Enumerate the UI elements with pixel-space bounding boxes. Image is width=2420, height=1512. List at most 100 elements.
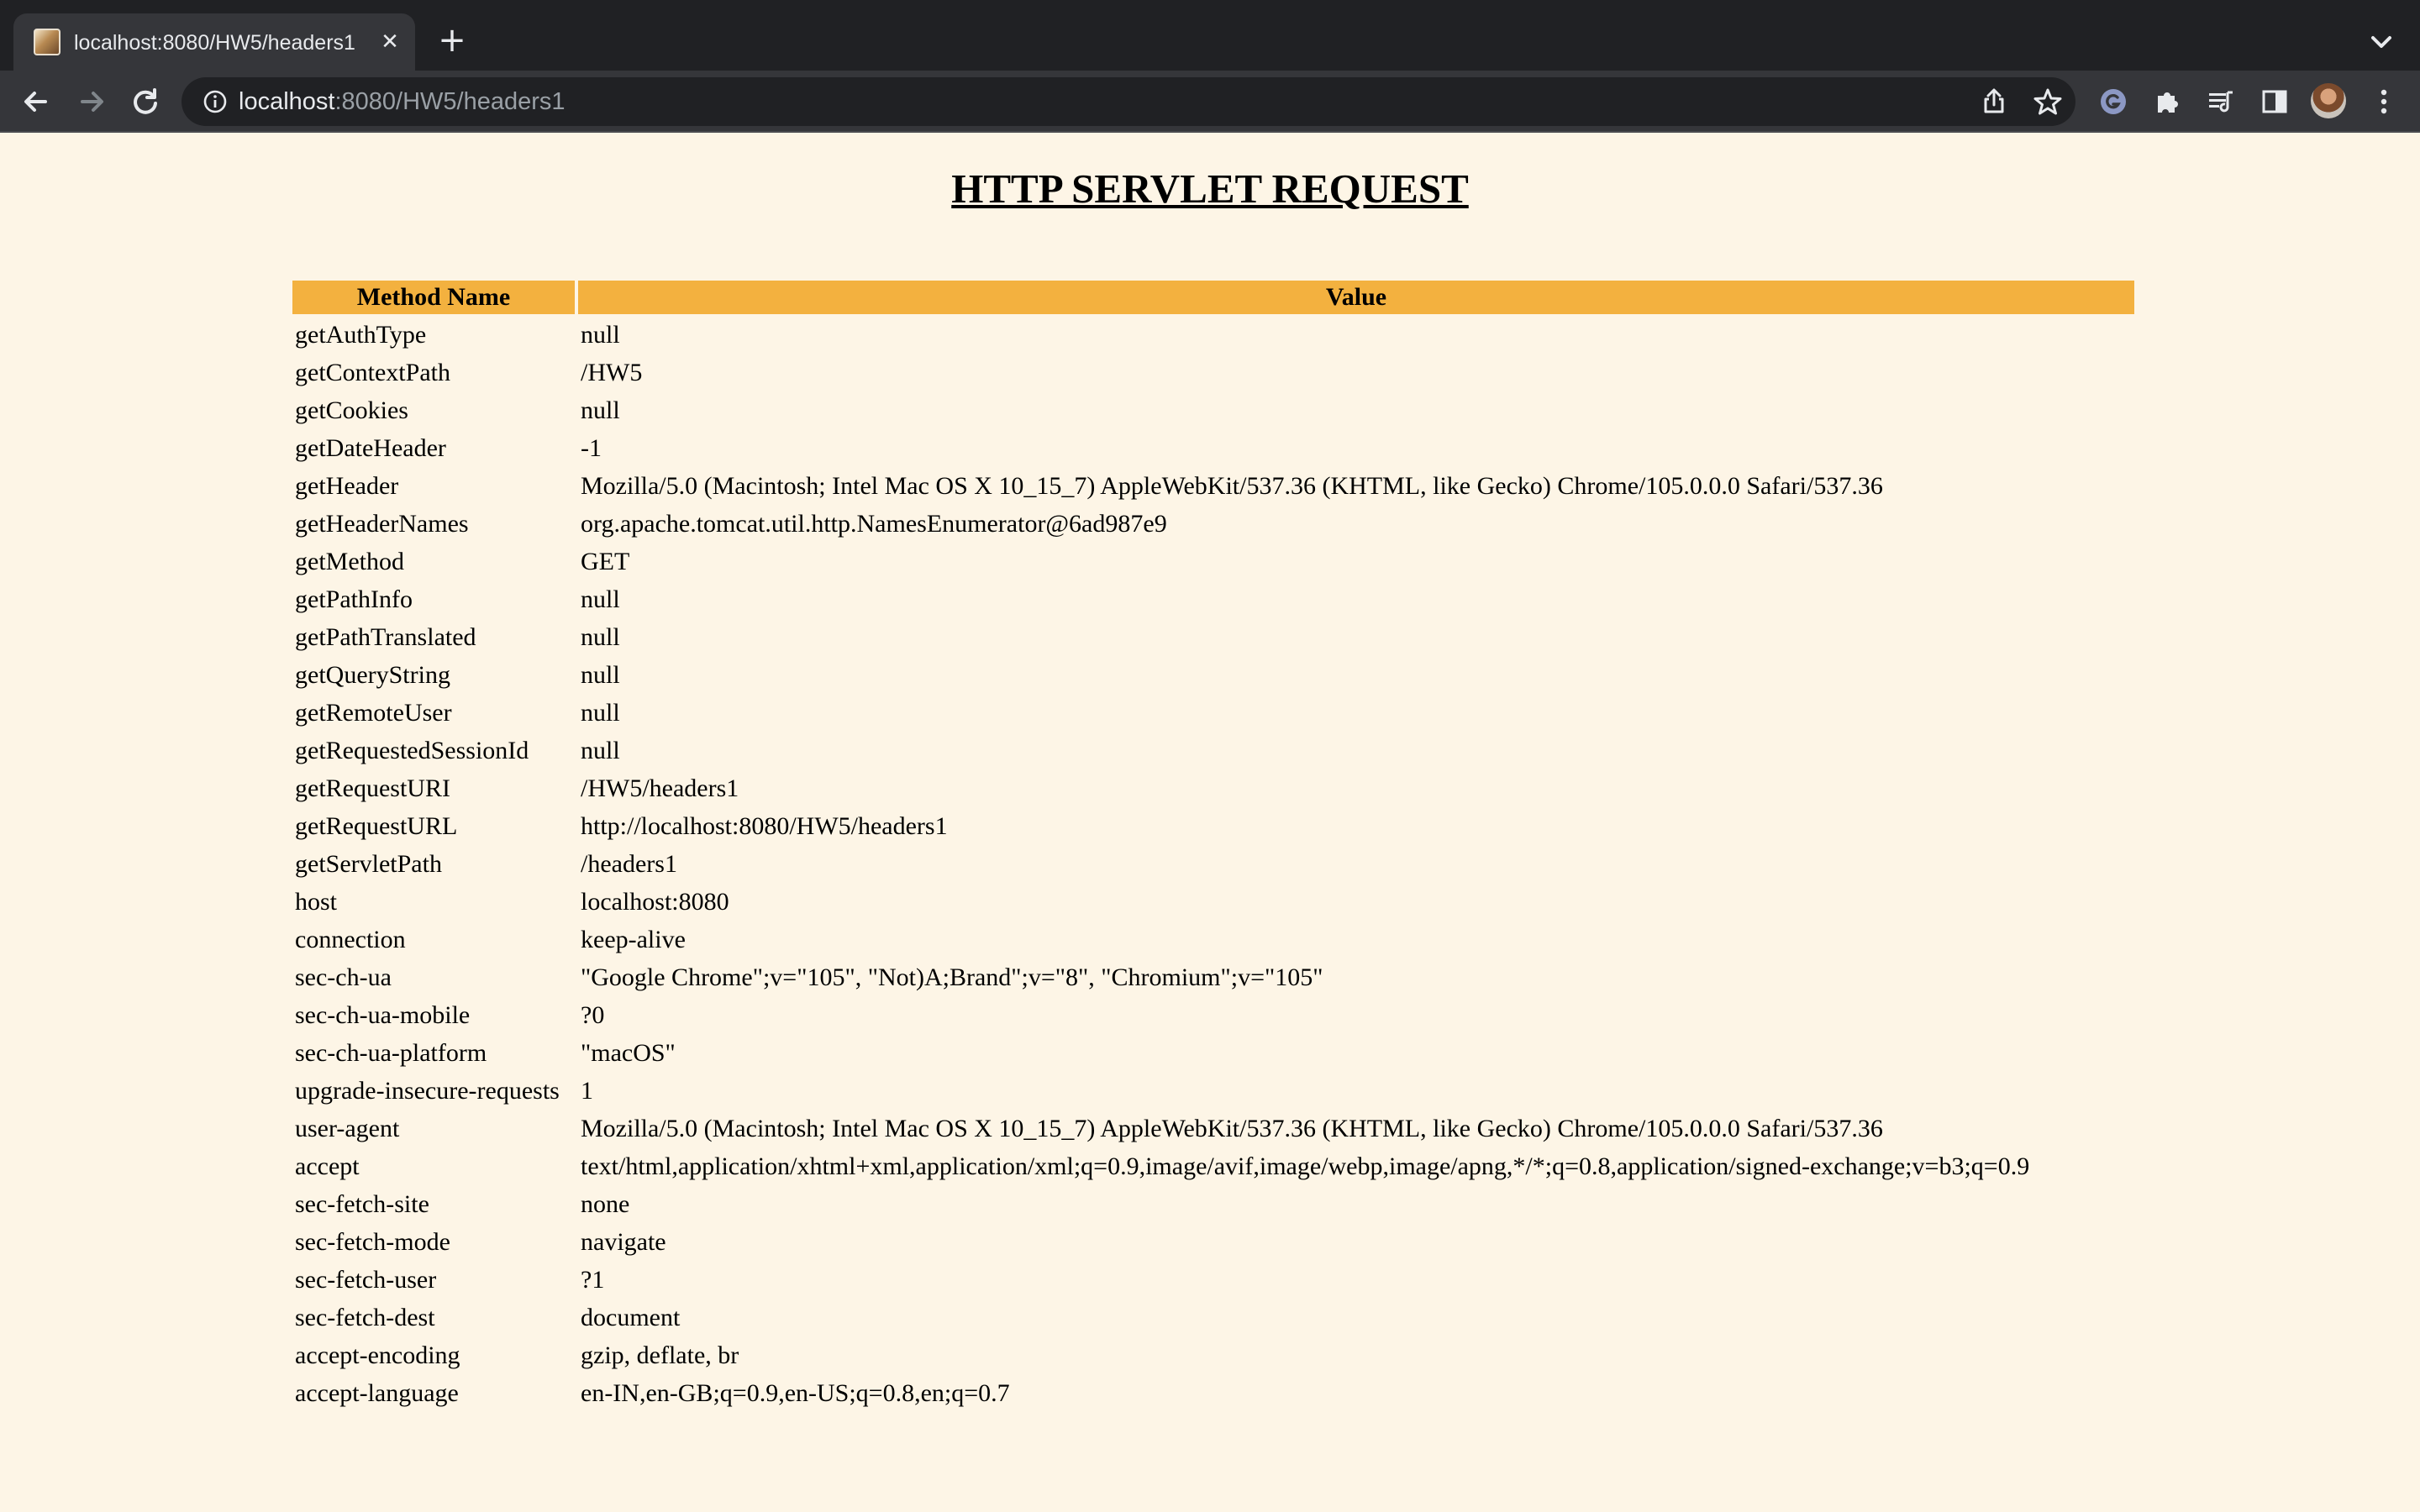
method-name-cell: getRequestURI <box>295 774 450 802</box>
table-row: host localhost:8080 <box>292 885 2134 919</box>
info-icon[interactable] <box>202 88 229 115</box>
tab-title: localhost:8080/HW5/headers1 <box>74 31 355 55</box>
table-row: getAuthType null <box>292 318 2134 352</box>
table-row: getQueryString null <box>292 658 2134 692</box>
table-row: getRequestURL http://localhost:8080/HW5/h… <box>292 809 2134 843</box>
new-tab-icon[interactable]: + <box>434 22 471 59</box>
table-row: getCookies null <box>292 393 2134 428</box>
method-name-cell: getServletPath <box>295 850 442 878</box>
value-cell: null <box>581 585 620 613</box>
method-name-cell: getQueryString <box>295 661 450 689</box>
method-name-cell: getRequestedSessionId <box>295 737 529 764</box>
value-cell: "Google Chrome";v="105", "Not)A;Brand";v… <box>581 963 1323 991</box>
table-row: sec-ch-ua "Google Chrome";v="105", "Not)A… <box>292 960 2134 995</box>
table-row: sec-fetch-site none <box>292 1187 2134 1221</box>
grammarly-icon[interactable] <box>2094 82 2133 121</box>
value-cell: keep-alive <box>581 926 686 953</box>
value-cell: org.apache.tomcat.util.http.NamesEnumera… <box>581 510 1167 538</box>
table-row: sec-ch-ua-platform "macOS" <box>292 1036 2134 1070</box>
method-name-cell: sec-fetch-site <box>295 1190 429 1218</box>
table-row: getContextPath/HW5 <box>292 355 2134 390</box>
close-tab-icon[interactable]: ✕ <box>376 29 403 55</box>
value-cell: none <box>581 1190 630 1218</box>
table-row: getHeaderNames org.apache.tomcat.util.htt… <box>292 507 2134 541</box>
table-row: sec-ch-ua-mobile ?0 <box>292 998 2134 1032</box>
value-cell: -1 <box>581 434 602 462</box>
value-cell: localhost:8080 <box>581 888 729 916</box>
media-playlist-icon[interactable] <box>2202 82 2240 121</box>
table-row: sec-fetch-user ?1 <box>292 1263 2134 1297</box>
method-name-cell: sec-ch-ua-platform <box>295 1039 487 1067</box>
table-row: getPathTranslated null <box>292 620 2134 654</box>
method-name-cell: accept-encoding <box>295 1341 460 1369</box>
method-name-cell: getPathInfo <box>295 585 413 613</box>
table-row: getRequestedSessionId null <box>292 733 2134 768</box>
value-cell: http://localhost:8080/HW5/headers1 <box>581 812 948 840</box>
side-panel-icon[interactable] <box>2255 82 2294 121</box>
value-cell: text/html,application/xhtml+xml,applicat… <box>581 1152 2030 1180</box>
column-header-value: Value <box>578 281 2134 314</box>
method-name-cell: getRemoteUser <box>295 699 452 727</box>
table-row: accept-encoding gzip, deflate, br <box>292 1338 2134 1373</box>
value-cell: Mozilla/5.0 (Macintosh; Intel Mac OS X 1… <box>581 472 1883 500</box>
back-arrow-icon[interactable] <box>17 82 55 121</box>
table-row: accept text/html,application/xhtml+xml,ap… <box>292 1149 2134 1184</box>
method-name-cell: sec-fetch-dest <box>295 1304 435 1331</box>
method-name-cell: connection <box>295 926 406 953</box>
profile-avatar[interactable] <box>2311 83 2346 118</box>
value-cell: /HW5/headers1 <box>581 774 739 802</box>
method-name-cell: user-agent <box>295 1115 400 1142</box>
table-row: accept-language en-IN,en-GB;q=0.9,en-US;q… <box>292 1376 2134 1410</box>
method-name-cell: sec-ch-ua <box>295 963 392 991</box>
url-text[interactable]: localhost:8080/HW5/headers1 <box>239 84 995 119</box>
extensions-puzzle-icon[interactable] <box>2148 82 2186 121</box>
table-row: sec-fetch-mode navigate <box>292 1225 2134 1259</box>
table-row: getHeader Mozilla/5.0 (Macintosh; Intel M… <box>292 469 2134 503</box>
reload-icon[interactable] <box>126 82 165 121</box>
method-name-cell: sec-ch-ua-mobile <box>295 1001 471 1029</box>
value-cell: null <box>581 623 620 651</box>
table-row: getDateHeader -1 <box>292 431 2134 465</box>
table-row: user-agent Mozilla/5.0 (Macintosh; Intel … <box>292 1111 2134 1146</box>
column-header-method-name: Method Name <box>292 281 575 314</box>
table-row: getRemoteUser null <box>292 696 2134 730</box>
method-name-cell: accept <box>295 1152 360 1180</box>
method-name-cell: getPathTranslated <box>295 623 476 651</box>
request-info-table: Method Name Value getAuthType null getCont… <box>289 277 2138 1414</box>
table-row: getPathInfo null <box>292 582 2134 617</box>
value-cell: ?1 <box>581 1266 605 1294</box>
value-cell: 1 <box>581 1077 593 1105</box>
url-path: :8080/HW5/headers1 <box>334 88 566 115</box>
method-name-cell: upgrade-insecure-requests <box>295 1077 560 1105</box>
method-name-cell: getMethod <box>295 548 404 575</box>
method-name-cell: getCookies <box>295 396 408 424</box>
bookmark-star-icon[interactable] <box>2028 82 2067 121</box>
value-cell: null <box>581 396 620 424</box>
method-name-cell: getHeader <box>295 472 399 500</box>
table-row: getMethod GET <box>292 544 2134 579</box>
table-header-row: Method Name Value <box>292 281 2134 314</box>
method-name-cell: sec-fetch-mode <box>295 1228 450 1256</box>
value-cell: GET <box>581 548 630 575</box>
method-name-cell: getRequestURL <box>295 812 458 840</box>
value-cell: null <box>581 661 620 689</box>
method-name-cell: getHeaderNames <box>295 510 469 538</box>
method-name-cell: getAuthType <box>295 321 427 349</box>
menu-dots-icon[interactable] <box>2365 82 2403 121</box>
value-cell: navigate <box>581 1228 666 1256</box>
browser-tab[interactable]: localhost:8080/HW5/headers1 ✕ <box>13 13 415 71</box>
table-row: getRequestURI/HW5/headers1 <box>292 771 2134 806</box>
value-cell: document <box>581 1304 681 1331</box>
value-cell: null <box>581 737 620 764</box>
table-row: getServletPath/headers1 <box>292 847 2134 881</box>
value-cell: /HW5 <box>581 359 643 386</box>
tab-search-chevron-down-icon[interactable] <box>2363 24 2400 60</box>
method-name-cell: host <box>295 888 338 916</box>
value-cell: null <box>581 321 620 349</box>
share-icon[interactable] <box>1975 82 2013 121</box>
forward-arrow-icon[interactable] <box>72 82 111 121</box>
value-cell: "macOS" <box>581 1039 676 1067</box>
tomcat-favicon-icon <box>34 29 60 55</box>
value-cell: null <box>581 699 620 727</box>
table-row: upgrade-insecure-requests 1 <box>292 1074 2134 1108</box>
